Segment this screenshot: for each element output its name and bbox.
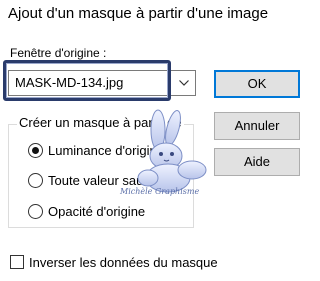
cancel-button[interactable]: Annuler <box>214 112 300 140</box>
radio-button-selected[interactable] <box>28 142 43 158</box>
radio-label: Luminance d'origine <box>48 142 164 158</box>
chevron-down-icon[interactable] <box>173 71 195 95</box>
radio-button[interactable] <box>28 172 43 188</box>
radio-any-nonzero[interactable]: Toute valeur sauf zéro <box>28 171 176 189</box>
radio-button[interactable] <box>28 203 43 219</box>
mask-from-image-dialog: Ajout d'un masque à partir d'une image F… <box>0 0 307 281</box>
radio-source-opacity[interactable]: Opacité d'origine <box>28 202 145 220</box>
radio-label: Toute valeur sauf zéro <box>48 172 176 188</box>
invert-mask-label: Inverser les données du masque <box>29 254 218 270</box>
invert-mask-checkbox-row[interactable]: Inverser les données du masque <box>10 253 218 271</box>
source-window-dropdown[interactable]: MASK-MD-134.jpg <box>8 70 196 96</box>
radio-label: Opacité d'origine <box>48 203 146 219</box>
ok-button[interactable]: OK <box>214 70 300 98</box>
invert-mask-checkbox[interactable] <box>10 255 24 269</box>
help-button[interactable]: Aide <box>214 148 300 176</box>
radio-source-luminance[interactable]: Luminance d'origine <box>28 141 164 159</box>
source-window-value: MASK-MD-134.jpg <box>15 75 124 90</box>
mask-source-group-legend: Créer un masque à partir de <box>17 115 184 131</box>
dialog-title: Ajout d'un masque à partir d'une image <box>8 5 269 22</box>
source-window-label: Fenêtre d'origine : <box>10 46 107 60</box>
